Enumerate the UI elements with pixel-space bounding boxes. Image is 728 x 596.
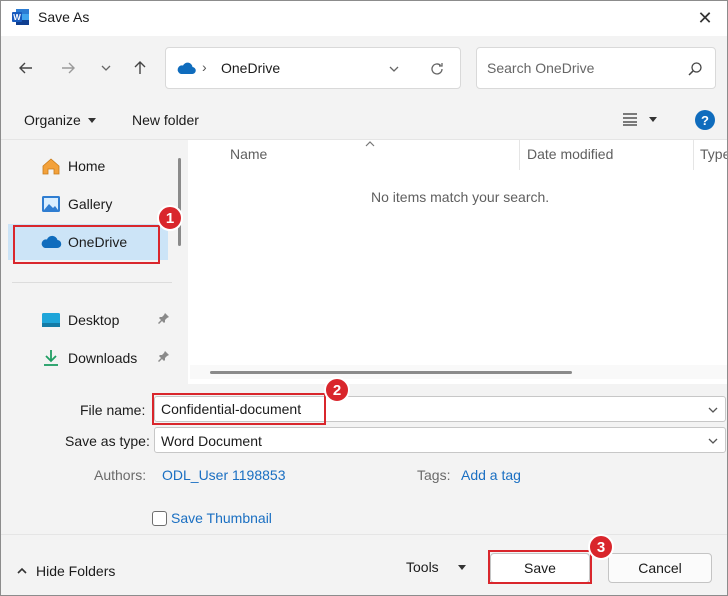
chevron-down-icon [101,65,111,71]
chevron-up-icon [17,567,27,574]
sidebar-item-label: Gallery [68,196,113,212]
sidebar-item-label: Desktop [68,312,120,328]
navigation-pane-scrollbar[interactable] [178,158,181,246]
annotation-badge-1: 1 [157,205,183,231]
back-button[interactable] [12,54,40,82]
command-bar [0,100,728,140]
up-button[interactable] [126,54,154,82]
desktop-icon [42,313,60,327]
recent-locations-button[interactable] [92,54,120,82]
annotation-badge-3: 3 [588,534,614,560]
annotation-badge-2: 2 [324,377,350,403]
add-tag-link[interactable]: Add a tag [461,467,521,483]
column-divider[interactable] [693,140,694,170]
caret-down-icon [649,117,657,122]
hide-folders-button[interactable]: Hide Folders [16,563,115,579]
help-icon: ? [701,112,709,128]
breadcrumb-onedrive[interactable]: OneDrive [221,60,280,76]
window-title: Save As [38,9,90,25]
tools-menu[interactable]: Tools [406,559,467,575]
search-icon[interactable] [687,61,703,77]
list-view-icon [623,113,637,126]
svg-text:W: W [13,13,21,22]
chevron-down-icon[interactable] [388,64,400,74]
column-header-date-modified[interactable]: Date modified [527,146,613,162]
sidebar-item-home[interactable]: Home [8,148,168,184]
sidebar-item-label: Downloads [68,350,138,366]
caret-down-icon [87,118,96,123]
file-name-label: File name: [80,402,146,418]
close-icon: ✕ [697,7,713,28]
divider [12,282,172,283]
column-divider[interactable] [519,140,520,170]
save-as-type-select[interactable]: Word Document [154,427,726,453]
breadcrumb-separator: › [202,59,207,75]
search-box[interactable] [476,47,716,89]
download-icon [44,350,58,366]
arrow-right-icon [62,62,75,74]
sidebar-item-downloads[interactable]: Downloads [8,340,170,376]
tools-label: Tools [406,559,439,575]
forward-button[interactable] [54,54,82,82]
search-input[interactable] [487,60,677,76]
arrow-left-icon [19,62,32,74]
title-bar: W Save As ✕ [0,0,728,36]
chevron-down-icon [708,438,718,444]
column-header-name[interactable]: Name [230,146,267,162]
save-thumbnail-checkbox[interactable] [152,511,167,526]
tags-label: Tags: [417,467,451,483]
gallery-icon [42,196,60,212]
arrow-up-icon [134,61,146,74]
horizontal-scrollbar-thumb[interactable] [210,371,572,374]
word-app-icon: W [12,9,29,25]
refresh-icon[interactable] [429,61,445,77]
empty-message: No items match your search. [371,189,550,205]
dialog-footer: Hide Folders Tools Save Cancel [0,534,728,596]
new-folder-button[interactable]: New folder [132,112,199,128]
cancel-button[interactable]: Cancel [608,553,712,583]
hide-folders-label: Hide Folders [36,563,116,579]
home-icon [42,158,60,175]
sidebar-item-label: Home [68,158,106,174]
save-as-type-label: Save as type: [65,433,150,449]
authors-label: Authors: [94,467,147,483]
pin-icon[interactable] [158,350,170,362]
chevron-down-icon[interactable] [707,404,719,416]
view-options-button[interactable] [622,112,658,126]
close-window-button[interactable]: ✕ [690,4,720,32]
save-as-type-value: Word Document [161,433,262,449]
sidebar-item-desktop[interactable]: Desktop [8,302,170,338]
pin-icon[interactable] [158,312,170,324]
annotation-box-save [488,550,592,584]
file-list: Name Date modified Type No items match y… [190,140,728,384]
save-thumbnail-label[interactable]: Save Thumbnail [171,510,272,526]
annotation-box-file-name [152,393,326,425]
authors-value[interactable]: ODL_User 1198853 [162,467,285,483]
column-header-type[interactable]: Type [700,146,728,162]
address-bar[interactable]: › OneDrive [165,47,461,89]
caret-down-icon [457,565,466,570]
sidebar-item-gallery[interactable]: Gallery [8,186,168,222]
organize-label: Organize [24,112,81,128]
save-options-panel: File name: Save as type: Word Document A… [0,384,728,534]
sort-ascending-icon [365,141,375,147]
cloud-icon [177,62,196,75]
organize-menu[interactable]: Organize [24,112,97,128]
help-button[interactable]: ? [695,110,715,130]
annotation-box-onedrive [13,225,160,264]
